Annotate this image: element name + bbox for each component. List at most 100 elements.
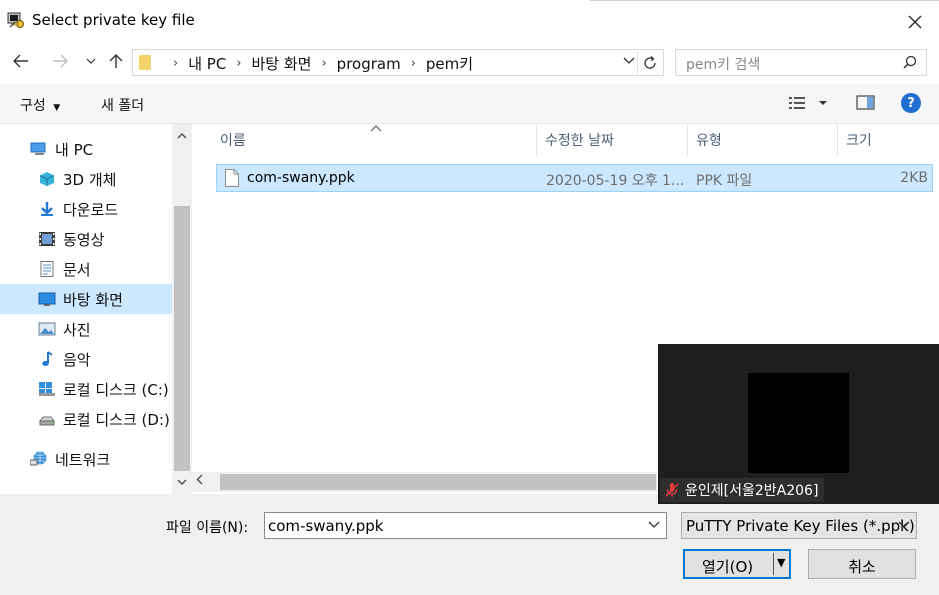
refresh-icon [643,55,656,69]
column-header-label: 수정한 날짜 [545,133,614,149]
breadcrumb-item[interactable]: 내 PC [188,53,226,74]
sidebar-item-pictures[interactable]: 사진 [0,314,172,344]
sidebar-item-this-pc[interactable]: 내 PC [0,134,172,164]
help-button[interactable]: ? [901,93,921,113]
pc-icon [30,142,46,155]
column-header-modified[interactable]: 수정한 날짜 [537,124,688,156]
view-options-button[interactable] [788,94,828,116]
preview-pane-button[interactable] [856,94,876,116]
background-window-edge [590,0,939,1]
breadcrumb-separator-icon[interactable]: › [321,56,326,71]
search-box[interactable]: pem키 검색 [675,49,927,76]
mic-muted-icon [665,483,679,497]
music-icon [42,351,53,366]
preview-pane-icon [856,95,875,110]
document-icon [40,261,54,277]
breadcrumb-separator-icon[interactable]: › [236,56,241,71]
sidebar-item-desktop[interactable]: 바탕 화면 [0,284,172,314]
sidebar-item-videos[interactable]: 동영상 [0,224,172,254]
scroll-up-button[interactable] [172,126,192,146]
chevron-down-icon [648,521,660,528]
close-icon [908,15,922,29]
sidebar-item-3d-objects[interactable]: 3D 개체 [0,164,172,194]
dialog-footer: 파일 이름(N): com-swany.ppk PuTTY Private Ke… [0,494,939,595]
sidebar-item-music[interactable]: 음악 [0,344,172,374]
file-type-select[interactable]: PuTTY Private Key Files (*.ppk) [681,512,917,539]
window-title: Select private key file [32,11,195,29]
file-type: PPK 파일 [696,173,753,189]
sidebar-item-label: 문서 [63,260,91,279]
breadcrumb-item[interactable]: 바탕 화면 [252,53,312,74]
forward-button[interactable] [49,50,71,72]
filename-field[interactable]: com-swany.ppk [264,512,667,539]
cancel-button[interactable]: 취소 [808,549,916,579]
open-button[interactable]: 열기(O) ▼ [683,549,791,579]
table-row[interactable]: com-swany.ppk 2020-05-19 오후 1... PPK 파일 … [216,164,933,192]
sidebar-item-label: 로컬 디스크 (C:) [63,380,169,399]
column-header-label: 이름 [220,133,246,149]
file-type-value: PuTTY Private Key Files (*.ppk) [686,517,915,535]
up-button[interactable] [105,50,127,72]
filename-label: 파일 이름(N): [166,520,249,536]
address-dropdown-button[interactable] [623,54,635,68]
sidebar-item-local-disk-c[interactable]: 로컬 디스크 (C:) [0,374,172,404]
open-options-dropdown[interactable]: ▼ [777,556,785,569]
chevron-down-icon [898,518,910,532]
filename-value[interactable]: com-swany.ppk [268,517,383,535]
breadcrumb-item[interactable]: program [337,55,401,73]
arrow-right-icon [53,54,68,68]
chevron-left-icon [196,474,203,485]
column-header-size[interactable]: 크기 [838,124,939,156]
file-icon [225,169,239,187]
sidebar-item-label: 사진 [63,320,91,339]
back-button[interactable] [10,50,32,72]
column-header-type[interactable]: 유형 [688,124,838,156]
command-bar: 구성 ▼ 새 폴더 ? [0,84,939,124]
arrow-up-icon [109,54,123,68]
arrow-left-icon [13,54,28,68]
chevron-down-icon [86,58,96,64]
scrollbar-thumb[interactable] [220,474,656,490]
windows-drive-icon [39,382,55,396]
3d-objects-icon [39,172,55,186]
sidebar-item-label: 내 PC [55,140,94,159]
sidebar-item-label: 로컬 디스크 (D:) [63,410,170,429]
address-bar[interactable]: › 내 PC › 바탕 화면 › program › pem키 [132,49,664,76]
sidebar-item-label: 음악 [63,350,91,369]
participant-video [748,373,849,473]
breadcrumb-separator-icon[interactable]: › [411,56,416,71]
video-icon [39,232,55,246]
sidebar-scrollbar[interactable] [172,124,192,494]
participant-name: 윤인제[서울2반A206] [685,483,819,499]
close-button[interactable] [897,6,933,38]
sidebar-item-downloads[interactable]: 다운로드 [0,194,172,224]
desktop-icon [38,292,56,306]
breadcrumb: › 내 PC › 바탕 화면 › program › pem키 [163,53,473,74]
organize-label: 구성 [20,98,46,114]
sidebar-item-label: 3D 개체 [63,170,117,189]
title-bar: Select private key file [0,0,939,44]
file-size: 2KB [900,170,928,186]
scroll-left-button[interactable] [196,474,203,488]
scrollbar-thumb[interactable] [174,206,190,471]
file-list-horizontal-scrollbar[interactable] [192,472,658,492]
refresh-button[interactable] [637,51,661,74]
recent-locations-button[interactable] [80,50,102,72]
cancel-button-label: 취소 [848,558,876,576]
sidebar-item-documents[interactable]: 문서 [0,254,172,284]
sidebar-item-network[interactable]: 네트워크 [0,444,172,474]
download-icon [41,202,53,216]
open-button-label: 열기(O) [702,558,754,576]
filename-history-dropdown[interactable] [648,518,660,532]
network-icon [30,451,47,466]
organize-menu[interactable]: 구성 ▼ [20,95,60,115]
sidebar-item-label: 네트워크 [55,450,111,469]
list-view-icon [789,97,827,109]
sidebar-item-local-disk-d[interactable]: 로컬 디스크 (D:) [0,404,172,434]
column-header-label: 크기 [846,133,872,149]
video-call-overlay[interactable]: 윤인제[서울2반A206] [658,344,939,504]
search-input[interactable]: pem키 검색 [686,54,760,74]
scroll-down-button[interactable] [172,472,192,492]
new-folder-button[interactable]: 새 폴더 [101,95,144,115]
breadcrumb-item[interactable]: pem키 [426,53,473,74]
